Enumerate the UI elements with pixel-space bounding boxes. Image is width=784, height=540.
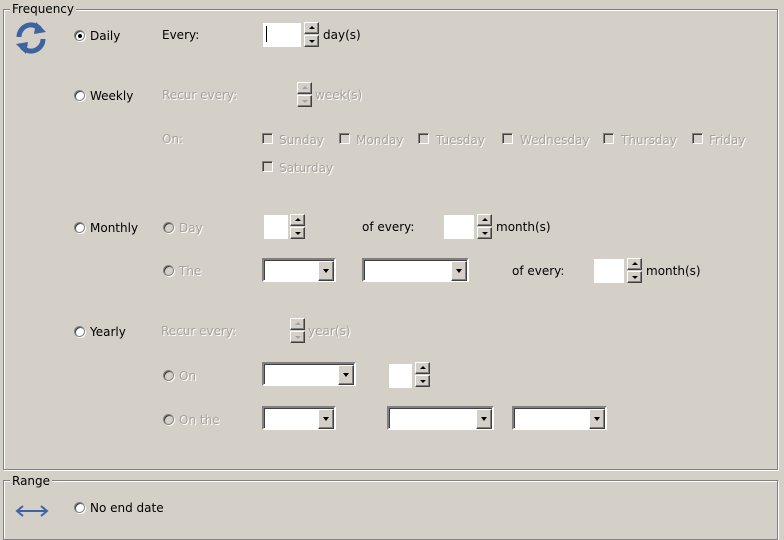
chevron-down-icon[interactable]: [338, 365, 354, 385]
yearly-on-label[interactable]: On: [179, 369, 196, 383]
spin-down-button[interactable]: [477, 227, 492, 239]
yearly-on-month-select[interactable]: [262, 362, 356, 386]
tuesday-label[interactable]: Tuesday: [436, 133, 485, 147]
weekly-unit-label: week(s): [315, 88, 363, 102]
spin-down-button[interactable]: [290, 331, 305, 343]
saturday-checkbox[interactable]: [262, 161, 273, 172]
chevron-down-icon[interactable]: [318, 261, 334, 281]
text-caret: [266, 26, 267, 42]
chevron-down-icon[interactable]: [476, 409, 492, 429]
spin-down-button[interactable]: [627, 271, 642, 283]
weekly-recur-label: Recur every:: [162, 88, 238, 102]
monthly-the-radio[interactable]: [163, 265, 174, 276]
frequency-legend: Frequency: [10, 2, 76, 16]
yearly-month-select[interactable]: [512, 406, 607, 430]
wednesday-label[interactable]: Wednesday: [520, 133, 589, 147]
range-legend: Range: [10, 474, 53, 488]
thursday-label[interactable]: Thursday: [621, 133, 677, 147]
monthly-day-radio[interactable]: [163, 222, 174, 233]
daily-every-label: Every:: [162, 28, 200, 42]
weekly-label[interactable]: Weekly: [90, 89, 133, 103]
spin-up-button[interactable]: [415, 362, 430, 374]
spin-down-button[interactable]: [304, 35, 319, 47]
yearly-label[interactable]: Yearly: [90, 325, 126, 339]
yearly-unit-label: year(s): [308, 324, 351, 338]
wednesday-checkbox[interactable]: [502, 133, 513, 144]
monthly-the-label[interactable]: The: [179, 264, 201, 278]
daily-radio[interactable]: [74, 30, 85, 41]
monthly-radio[interactable]: [74, 222, 85, 233]
daily-label[interactable]: Daily: [90, 29, 120, 43]
yearly-on-the-label[interactable]: On the: [179, 413, 220, 427]
chevron-down-icon[interactable]: [589, 409, 605, 429]
yearly-weekday-select[interactable]: [387, 406, 494, 430]
sunday-label[interactable]: Sunday: [279, 133, 324, 147]
friday-label[interactable]: Friday: [709, 133, 745, 147]
spin-up-button[interactable]: [297, 82, 312, 94]
yearly-on-radio[interactable]: [163, 370, 174, 381]
saturday-label[interactable]: Saturday: [279, 161, 333, 175]
yearly-radio[interactable]: [74, 326, 85, 337]
weekly-radio[interactable]: [74, 90, 85, 101]
thursday-checkbox[interactable]: [603, 133, 614, 144]
monday-label[interactable]: Monday: [356, 133, 403, 147]
monthly-unit-label: month(s): [496, 220, 551, 234]
monthly-weekday-select[interactable]: [362, 258, 469, 282]
chevron-down-icon[interactable]: [318, 409, 334, 429]
daily-unit-label: day(s): [323, 28, 361, 42]
spin-up-button[interactable]: [304, 22, 319, 34]
monthly-the-of-every-label: of every:: [512, 264, 565, 278]
spin-up-button[interactable]: [477, 214, 492, 226]
monthly-of-every-input[interactable]: [444, 215, 474, 239]
yearly-on-the-radio[interactable]: [163, 414, 174, 425]
refresh-icon: [16, 22, 46, 54]
sunday-checkbox[interactable]: [262, 133, 273, 144]
spin-up-button[interactable]: [627, 258, 642, 270]
spin-down-button[interactable]: [415, 375, 430, 387]
spin-down-button[interactable]: [290, 227, 305, 239]
yearly-recur-label: Recur every:: [161, 324, 237, 338]
chevron-down-icon[interactable]: [451, 261, 467, 281]
spin-up-button[interactable]: [290, 318, 305, 330]
no-end-date-label[interactable]: No end date: [90, 501, 164, 515]
daily-every-input[interactable]: [263, 23, 301, 47]
double-arrow-icon: [15, 505, 49, 517]
monthly-ordinal-select[interactable]: [262, 258, 336, 282]
spin-down-button[interactable]: [297, 95, 312, 107]
yearly-on-day-input[interactable]: [389, 364, 412, 388]
no-end-date-radio[interactable]: [74, 502, 85, 513]
tuesday-checkbox[interactable]: [418, 133, 429, 144]
yearly-ordinal-select[interactable]: [262, 406, 336, 430]
monday-checkbox[interactable]: [339, 133, 350, 144]
monthly-label[interactable]: Monthly: [90, 221, 138, 235]
friday-checkbox[interactable]: [692, 133, 703, 144]
monthly-the-of-every-input[interactable]: [594, 259, 624, 283]
monthly-day-label[interactable]: Day: [179, 221, 203, 235]
monthly-day-input[interactable]: [264, 215, 288, 239]
frequency-group: [3, 9, 778, 470]
monthly-of-every-label: of every:: [362, 220, 415, 234]
weekly-on-label: On:: [162, 132, 184, 146]
spin-up-button[interactable]: [290, 214, 305, 226]
monthly-the-unit-label: month(s): [646, 264, 701, 278]
